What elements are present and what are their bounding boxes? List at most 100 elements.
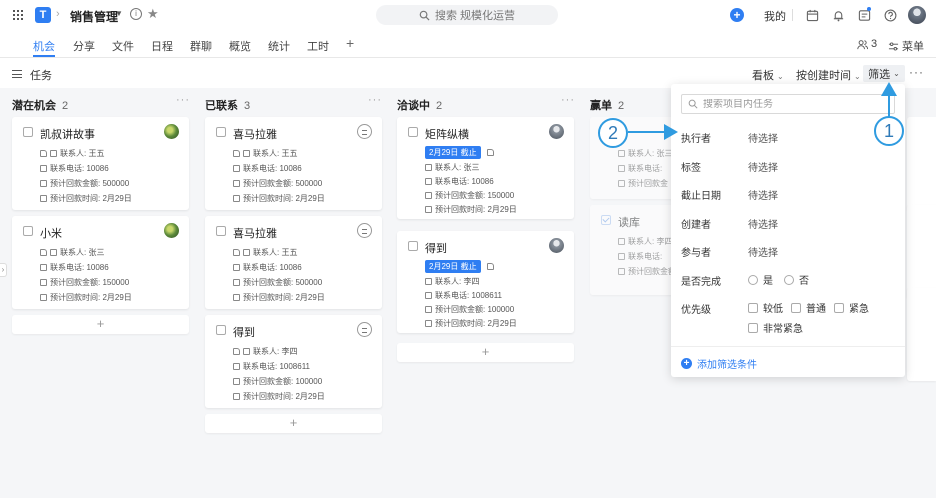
checkbox[interactable] [748, 302, 758, 313]
app-logo[interactable]: T [35, 7, 51, 23]
members-button[interactable]: 3 [857, 38, 877, 50]
radio-option-no[interactable]: 否 [784, 272, 809, 287]
project-title[interactable]: 销售管理 [70, 8, 118, 25]
task-card-partial[interactable] [907, 205, 936, 298]
tab-overview[interactable]: 概览 [229, 38, 251, 54]
filter-value-participants[interactable]: 待选择 [748, 244, 778, 259]
assignee-avatar[interactable] [549, 124, 564, 139]
assignee-avatar[interactable] [549, 238, 564, 253]
radio-option-yes[interactable]: 是 [748, 272, 773, 287]
bell-icon[interactable] [831, 8, 845, 22]
date-text: 预计回款时间: 2月29日 [50, 293, 132, 302]
radio-button[interactable] [748, 274, 758, 285]
note-icon [486, 149, 494, 156]
annotation-callout-2: 2 [598, 118, 628, 148]
my-menu[interactable]: 我的 [764, 8, 786, 24]
task-checkbox[interactable] [216, 127, 226, 137]
assignee-avatar[interactable] [357, 322, 372, 337]
add-task-button[interactable]: + [205, 414, 382, 433]
add-icon[interactable]: + [730, 8, 744, 22]
card-field: 联系电话: 10086 [233, 163, 302, 174]
task-checkbox[interactable] [408, 127, 418, 137]
task-card[interactable]: 喜马拉雅 联系人: 王五 联系电话: 10086 预计回款金额: 500000 … [205, 117, 382, 210]
task-card-partial[interactable] [907, 288, 936, 381]
filter-value-creator[interactable]: 待选择 [748, 216, 778, 231]
filter-search-box[interactable] [681, 94, 895, 114]
task-card-partial[interactable] [907, 117, 936, 210]
contact-text: 联系人: 张三 [60, 248, 105, 257]
tab-files[interactable]: 文件 [112, 38, 134, 54]
assignee-avatar[interactable] [357, 124, 372, 139]
sidebar-expand-icon[interactable]: › [0, 263, 7, 277]
filter-value-due-date[interactable]: 待选择 [748, 187, 778, 202]
filter-button[interactable]: 筛选 ⌄ [863, 65, 905, 82]
assignee-avatar[interactable] [357, 223, 372, 238]
column-more-icon[interactable]: ··· [368, 94, 382, 106]
due-date-badge[interactable]: 2月29日 截止 [425, 146, 481, 159]
priority-very-urgent-option[interactable]: 非常紧急 [748, 320, 803, 335]
date-text: 预计回款时间: 2月29日 [435, 205, 517, 214]
add-tab-icon[interactable]: + [346, 35, 354, 51]
column-more-icon[interactable]: ··· [561, 94, 575, 106]
note-icon [40, 249, 47, 256]
tab-work-hours[interactable]: 工时 [307, 38, 329, 54]
task-card[interactable]: 喜马拉雅 联系人: 王五 联系电话: 10086 预计回款金额: 500000 … [205, 216, 382, 309]
checkbox[interactable] [791, 302, 801, 313]
task-checkbox[interactable] [23, 127, 33, 137]
task-card[interactable]: 矩阵纵横 2月29日 截止 联系人: 张三 联系电话: 10086 预计回款金额… [397, 117, 574, 219]
hamburger-icon[interactable] [12, 70, 22, 78]
tab-schedule[interactable]: 日程 [151, 38, 173, 54]
filter-value-assignee[interactable]: 待选择 [748, 130, 778, 145]
task-checkbox[interactable] [216, 325, 226, 335]
filter-label-priority: 优先级 [681, 305, 711, 316]
tab-share[interactable]: 分享 [73, 38, 95, 54]
annotation-callout-1: 1 [874, 116, 904, 146]
priority-low-option[interactable]: 较低 [748, 300, 783, 315]
apps-grid-icon[interactable] [13, 10, 23, 20]
add-task-button[interactable]: + [12, 315, 189, 334]
top-bar: T › 销售管理 ▼ i ★ 搜索 规模化运营 + 我的 [0, 0, 936, 30]
add-task-button[interactable]: + [397, 343, 574, 362]
assignee-avatar[interactable] [164, 124, 179, 139]
checkbox[interactable] [748, 322, 758, 333]
radio-button[interactable] [784, 274, 794, 285]
checkbox[interactable] [834, 302, 844, 313]
phone-icon [233, 363, 240, 370]
menu-button[interactable]: 菜单 [888, 38, 924, 54]
task-checkbox[interactable] [216, 226, 226, 236]
due-date-badge[interactable]: 2月29日 截止 [425, 260, 481, 273]
sort-label: 按创建时间 [796, 70, 851, 82]
tab-opportunity[interactable]: 机会 [33, 38, 55, 54]
user-avatar[interactable] [908, 6, 926, 24]
contact-icon [618, 238, 625, 245]
checkbox-label: 紧急 [849, 304, 869, 315]
task-card[interactable]: 小米 联系人: 张三 联系电话: 10086 预计回款金额: 150000 预计… [12, 216, 189, 309]
inbox-icon[interactable] [857, 7, 871, 22]
star-icon[interactable]: ★ [147, 6, 159, 22]
filter-search-input[interactable] [703, 98, 883, 110]
filter-value-tags[interactable]: 待选择 [748, 159, 778, 174]
priority-normal-option[interactable]: 普通 [791, 300, 826, 315]
calendar-icon[interactable] [805, 8, 819, 22]
global-search[interactable]: 搜索 规模化运营 [376, 5, 558, 25]
sort-button[interactable]: 按创建时间 ⌄ [796, 67, 861, 83]
column-more-icon[interactable]: ··· [176, 94, 190, 106]
priority-urgent-option[interactable]: 紧急 [834, 300, 869, 315]
more-icon[interactable]: ··· [909, 65, 924, 79]
task-card[interactable]: 凯叔讲故事 联系人: 王五 联系电话: 10086 预计回款金额: 500000… [12, 117, 189, 210]
task-card[interactable]: 得到 2月29日 截止 联系人: 李四 联系电话: 1008611 预计回款金额… [397, 231, 574, 333]
assignee-avatar[interactable] [164, 223, 179, 238]
amount-text: 预计回款金额: 500000 [50, 179, 130, 188]
info-icon[interactable]: i [130, 8, 142, 20]
help-icon[interactable] [883, 8, 897, 22]
add-filter-condition-button[interactable]: + 添加筛选条件 [681, 356, 757, 371]
task-card[interactable]: 得到 联系人: 李四 联系电话: 1008611 预计回款金额: 100000 … [205, 315, 382, 408]
task-checkbox[interactable] [408, 241, 418, 251]
view-switch-button[interactable]: 看板 ⌄ [752, 67, 784, 83]
tab-group-chat[interactable]: 群聊 [190, 38, 212, 54]
caret-down-icon[interactable]: ▼ [115, 9, 123, 18]
tab-statistics[interactable]: 统计 [268, 38, 290, 54]
task-checkbox[interactable] [23, 226, 33, 236]
card-field: 联系电话: 1008611 [425, 290, 502, 301]
task-checkbox-checked[interactable] [601, 215, 611, 225]
